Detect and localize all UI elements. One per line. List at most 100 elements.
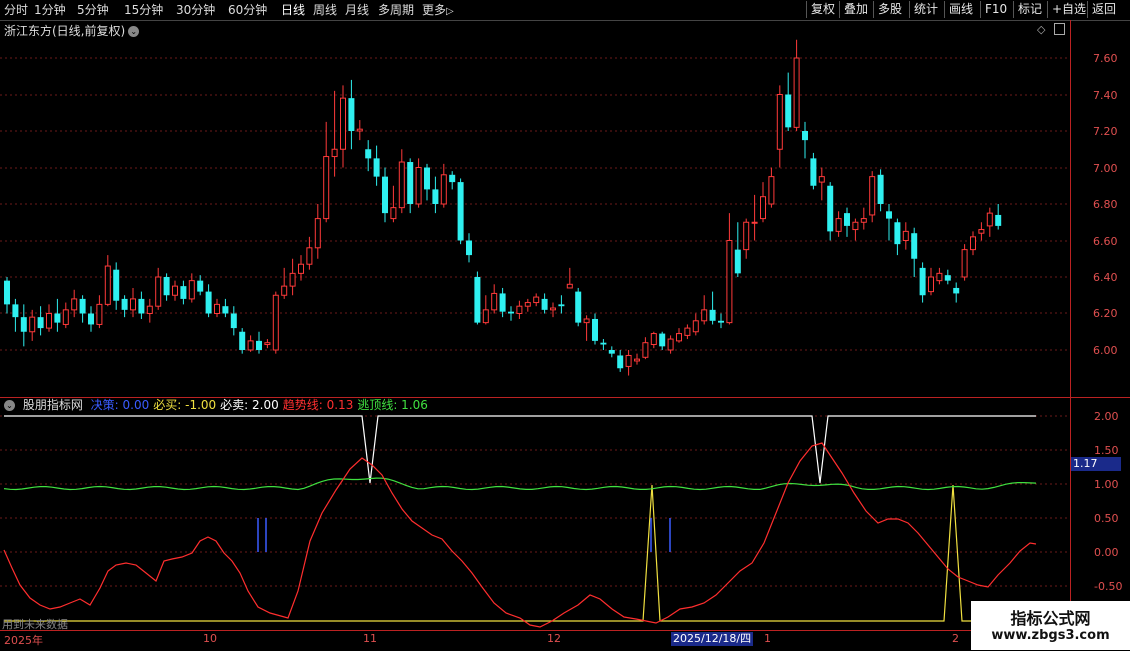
- tf-weekly[interactable]: 周线: [313, 2, 337, 18]
- buy-line: [4, 484, 1036, 622]
- tf-30min[interactable]: 30分钟: [176, 2, 215, 18]
- indicator-tick: 1.00: [1094, 478, 1119, 491]
- candle-body: [760, 196, 766, 220]
- candle-body: [995, 214, 1002, 226]
- price-tick: 6.80: [1093, 198, 1118, 211]
- candle-body: [264, 342, 271, 346]
- mark-button[interactable]: 标记: [1013, 1, 1046, 18]
- indicator-tick: 0.50: [1094, 512, 1119, 525]
- trend-line: [3, 442, 1037, 628]
- candle-body: [894, 222, 901, 245]
- candle-body: [155, 276, 162, 307]
- candle-body: [751, 221, 758, 224]
- adjust-button[interactable]: 复权: [806, 1, 839, 18]
- candle-body: [146, 305, 153, 315]
- candle-body: [600, 342, 607, 345]
- candle-body: [331, 148, 338, 158]
- window-icon[interactable]: [1054, 23, 1065, 35]
- candle-body: [818, 176, 825, 183]
- indicator-legend-item: 趋势线: 0.13: [282, 398, 354, 412]
- indicator-legend-item: 必卖: 2.00: [220, 398, 279, 412]
- candle-body: [978, 229, 985, 234]
- tf-intraday[interactable]: 分时: [4, 2, 28, 18]
- side-info-strip: [1122, 20, 1130, 630]
- candlestick-chart[interactable]: [0, 36, 1070, 396]
- candle-body: [533, 296, 540, 304]
- date-tick: 2: [952, 632, 959, 645]
- draw-button[interactable]: 画线: [944, 1, 977, 18]
- tf-multi[interactable]: 多周期: [378, 2, 414, 18]
- candle-body: [256, 340, 262, 350]
- candle-body: [163, 277, 170, 296]
- back-button[interactable]: 返回: [1087, 1, 1120, 18]
- candle-body: [407, 162, 414, 204]
- date-axis: 2025年 10 11 12 1 2: [0, 630, 1130, 651]
- indicator-legend-item: 决策: 0.00: [90, 398, 150, 412]
- indicator-tick: 1.50: [1094, 444, 1119, 457]
- candle-body: [323, 156, 330, 220]
- tf-5min[interactable]: 5分钟: [77, 2, 109, 18]
- candle-body: [558, 304, 565, 307]
- candle-body: [709, 309, 716, 321]
- candle-body: [247, 340, 254, 351]
- price-tick: 6.20: [1093, 307, 1118, 320]
- candle-body: [499, 293, 506, 312]
- candle-body: [12, 304, 19, 318]
- indicator-legend-item: 必买: -1.00: [153, 398, 217, 412]
- price-tick: 7.20: [1093, 125, 1118, 138]
- candle-body: [289, 272, 296, 287]
- candle-body: [625, 354, 632, 367]
- multi-stock-button[interactable]: 多股: [873, 1, 906, 18]
- candle-body: [726, 240, 733, 324]
- tf-monthly[interactable]: 月线: [345, 2, 369, 18]
- candle-body: [650, 333, 657, 346]
- candle-body: [104, 265, 111, 305]
- candle-body: [440, 174, 447, 205]
- indicator-name[interactable]: 股朋指标网: [23, 398, 83, 412]
- tf-60min[interactable]: 60分钟: [228, 2, 267, 18]
- date-tick: 10: [203, 632, 217, 645]
- tf-1min[interactable]: 1分钟: [34, 2, 66, 18]
- indicator-chart[interactable]: [0, 413, 1070, 630]
- candle-body: [348, 98, 355, 131]
- candle-body: [172, 285, 178, 296]
- candle-body: [919, 267, 926, 296]
- candle-body: [810, 158, 817, 186]
- indicator-current-value: 1.17: [1071, 457, 1121, 471]
- candle-body: [659, 333, 666, 347]
- candle-body: [617, 355, 624, 369]
- candle-body: [373, 158, 380, 177]
- more-arrow-icon: ▷: [446, 6, 454, 17]
- indicator-tick: 2.00: [1094, 410, 1119, 423]
- indicator-legend-item: 逃顶线: 1.06: [357, 398, 428, 412]
- chevron-down-icon[interactable]: ⌄: [4, 400, 15, 411]
- candle-body: [20, 317, 27, 332]
- tf-15min[interactable]: 15分钟: [124, 2, 163, 18]
- candle-body: [583, 318, 590, 324]
- tf-daily[interactable]: 日线: [281, 2, 305, 18]
- candle-body: [272, 294, 279, 351]
- overlay-button[interactable]: 叠加: [839, 1, 872, 18]
- candle-body: [642, 342, 649, 358]
- price-tick: 7.40: [1093, 89, 1118, 102]
- candle-body: [667, 338, 674, 351]
- candle-body: [869, 176, 876, 216]
- cursor-date: 2025/12/18/四: [671, 632, 754, 646]
- candle-body: [314, 218, 321, 249]
- candle-body: [566, 283, 573, 289]
- diamond-icon[interactable]: ◇: [1037, 23, 1045, 36]
- candle-body: [4, 280, 10, 305]
- candle-body: [306, 247, 313, 265]
- candle-body: [188, 280, 195, 300]
- candle-body: [197, 280, 204, 292]
- period-toolbar: 分时 1分钟 5分钟 15分钟 30分钟 60分钟 日线 周线 月线 多周期 更…: [0, 0, 1130, 21]
- candle-body: [852, 221, 859, 231]
- candle-body: [785, 94, 792, 128]
- f10-button[interactable]: F10: [980, 1, 1011, 18]
- watermark-logo: 指标公式网 www.zbgs3.com: [971, 601, 1130, 650]
- price-tick: 7.60: [1093, 52, 1118, 65]
- candle-body: [356, 128, 363, 132]
- tf-more[interactable]: 更多▷: [422, 2, 454, 18]
- stats-button[interactable]: 统计: [909, 1, 942, 18]
- add-watchlist-button[interactable]: +自选: [1047, 1, 1090, 18]
